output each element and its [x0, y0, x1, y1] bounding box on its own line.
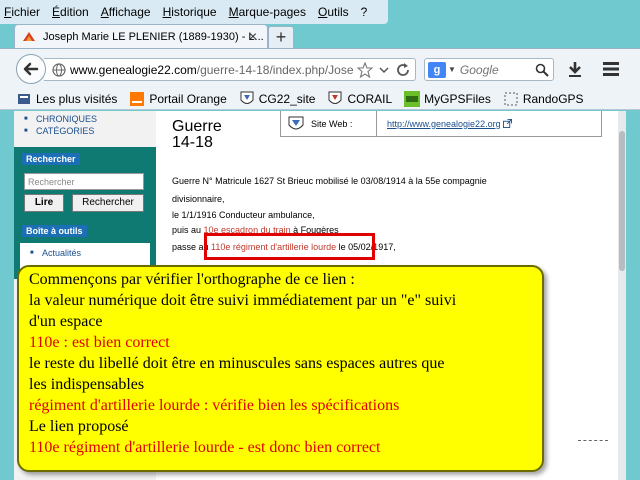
bookmark-randogps[interactable]: RandoGPS [503, 91, 584, 107]
bookmarks-bar: Les plus visités Portail Orange CG22_sit… [0, 88, 640, 110]
website-infobox: Site Web : http://www.genealogie22.org [280, 111, 602, 137]
callout-line-4: 110e : est bien correct [29, 334, 170, 351]
tab-strip: Joseph Marie LE PLENIER (1889-1930) - L.… [0, 24, 640, 48]
menu-help[interactable]: ? [361, 5, 368, 19]
menu-affichage[interactable]: Affichage [101, 5, 151, 19]
bookmark-cg22-site[interactable]: CG22_site [239, 91, 315, 107]
search-panel: Rechercher Rechercher Lire Rechercher [14, 147, 156, 219]
sidebar-link-actualites[interactable]: Actualités [20, 247, 150, 259]
bookmark-corail[interactable]: CORAIL [327, 91, 392, 107]
website-label: Site Web : [311, 118, 353, 129]
bookmark-most-visited[interactable]: Les plus visités [16, 91, 117, 107]
bookmark-star-icon[interactable] [357, 62, 373, 78]
back-arrow-icon [23, 62, 39, 76]
external-link-icon [502, 119, 512, 128]
bookmark-mygpsfiles[interactable]: MyGPSFiles [404, 90, 491, 107]
menu-edition[interactable]: Édition [52, 5, 89, 19]
sidebar-link-chroniques[interactable]: CHRONIQUES [14, 113, 156, 125]
callout-line-3: d'un espace [29, 313, 103, 330]
callout-line-5: le reste du libellé doit être en minuscu… [29, 355, 445, 372]
bio-line-1: Guerre N° Matricule 1627 St Brieuc mobil… [172, 176, 487, 186]
bookmark-portail-orange[interactable]: Portail Orange [129, 91, 227, 107]
search-button[interactable]: Rechercher [72, 194, 144, 212]
menu-marque-pages[interactable]: Marque-pages [229, 5, 306, 19]
search-icon[interactable] [535, 63, 549, 77]
page-title: Guerre 14-18 [172, 118, 222, 151]
dashed-divider [578, 440, 608, 441]
search-bar[interactable]: g ▼ [424, 58, 554, 81]
callout-line-7: régiment d'artillerie lourde : vérifie b… [29, 397, 400, 414]
new-tab-button[interactable]: + [268, 26, 294, 48]
sidebar-search-input[interactable]: Rechercher [24, 173, 144, 190]
globe-icon [52, 62, 66, 77]
menu-bar: Fichier Édition Affichage Historique Mar… [0, 0, 388, 24]
tools-panel-title: Boîte à outils [22, 225, 87, 237]
callout-line-1: Commençons par vérifier l'orthographe de… [29, 271, 355, 288]
crest-icon [239, 91, 255, 107]
website-crest-icon [288, 116, 304, 129]
history-dropdown-icon[interactable] [379, 62, 389, 78]
hamburger-menu-icon[interactable] [602, 61, 620, 77]
tab-close-icon[interactable]: × [245, 28, 261, 44]
bio-line-2: divisionnaire, [172, 194, 225, 204]
url-path: /guerre-14-18/index.php/Jose [196, 62, 354, 77]
menu-outils[interactable]: Outils [318, 5, 349, 19]
link-highlight-box [204, 233, 375, 260]
website-link[interactable]: http://www.genealogie22.org [377, 119, 501, 129]
site-favicon-icon [21, 29, 37, 45]
bio-line-3: le 1/1/1916 Conducteur ambulance, [172, 210, 315, 220]
search-input[interactable] [459, 62, 530, 77]
back-button[interactable] [16, 54, 46, 84]
menu-historique[interactable]: Historique [163, 5, 217, 19]
scrollbar-thumb[interactable] [619, 131, 625, 271]
orange-icon [129, 91, 145, 107]
search-panel-title: Rechercher [22, 153, 80, 165]
callout-line-8: Le lien proposé [29, 418, 129, 435]
callout-line-9: 110e régiment d'artillerie lourde - est … [29, 439, 381, 456]
navigation-bar: www.genealogie22.com /guerre-14-18/index… [0, 48, 640, 88]
url-bar[interactable]: www.genealogie22.com /guerre-14-18/index… [44, 58, 416, 81]
sidebar-link-categories[interactable]: CATÉGORIES [14, 125, 156, 137]
page-scrollbar[interactable] [618, 111, 626, 480]
engine-dropdown-icon[interactable]: ▼ [448, 65, 456, 74]
google-engine-icon[interactable]: g [428, 61, 446, 78]
tab-title: Joseph Marie LE PLENIER (1889-1930) - L.… [43, 30, 264, 43]
reload-icon[interactable] [395, 62, 411, 78]
url-host: www.genealogie22.com [70, 62, 197, 77]
callout-line-2: la valeur numérique doit être suivi immé… [29, 292, 457, 309]
menu-fichier[interactable]: Fichier [4, 5, 40, 19]
download-icon[interactable] [566, 60, 584, 78]
dotted-icon [503, 91, 519, 107]
bookmarks-icon [16, 91, 32, 107]
crest-icon [327, 91, 343, 107]
gps-icon [404, 90, 421, 107]
callout-line-6: les indispensables [29, 376, 145, 393]
tab-active[interactable]: Joseph Marie LE PLENIER (1889-1930) - L.… [14, 24, 268, 48]
annotation-callout: Commençons par vérifier l'orthographe de… [17, 265, 544, 472]
read-button[interactable]: Lire [24, 194, 64, 212]
